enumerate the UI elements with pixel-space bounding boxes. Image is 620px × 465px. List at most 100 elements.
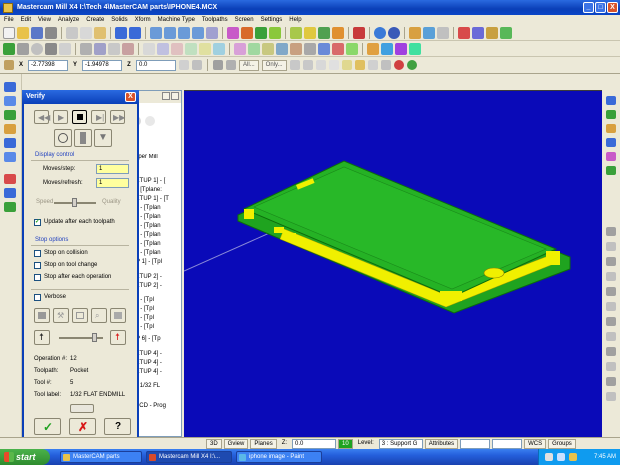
speaker-icon[interactable] xyxy=(545,453,553,461)
moves-refresh-field[interactable]: 1 xyxy=(96,178,129,188)
update-checkbox[interactable]: ✓ xyxy=(34,219,41,226)
tool-icon-4[interactable] xyxy=(4,124,16,134)
display-tool-button[interactable] xyxy=(54,129,72,147)
dropdown-icon[interactable] xyxy=(179,60,189,70)
sphere-icon[interactable] xyxy=(388,26,400,39)
view-front-icon[interactable] xyxy=(241,26,253,39)
shell-icon[interactable] xyxy=(318,42,330,55)
tool-icon-1[interactable] xyxy=(4,82,16,92)
compare-button[interactable] xyxy=(110,308,126,323)
view-3d-button[interactable]: 3D xyxy=(206,438,222,449)
tool-icon-6[interactable] xyxy=(4,152,16,162)
xform-array-icon[interactable] xyxy=(213,42,225,55)
menu-machine-type[interactable]: Machine Type xyxy=(158,17,195,23)
menu-settings[interactable]: Settings xyxy=(261,17,283,23)
loft-icon[interactable] xyxy=(290,42,302,55)
backplot-icon[interactable] xyxy=(472,26,484,39)
undo-icon[interactable] xyxy=(115,26,127,39)
z-coord-field[interactable]: 0.0 xyxy=(136,59,176,71)
ops-help-icon[interactable] xyxy=(145,116,155,126)
ops-minimize-icon[interactable] xyxy=(162,92,170,100)
select-all-button[interactable]: All... xyxy=(239,59,259,71)
tool-icon-3[interactable] xyxy=(4,110,16,120)
cube-icon[interactable] xyxy=(290,26,302,39)
stop-after-op-checkbox[interactable] xyxy=(34,274,41,281)
wireframe-icon[interactable] xyxy=(332,26,344,39)
sweep-icon[interactable] xyxy=(276,42,288,55)
extrude-icon[interactable] xyxy=(248,42,260,55)
zoom-window-icon[interactable] xyxy=(150,26,162,39)
xform-rotate-icon[interactable] xyxy=(157,42,169,55)
mask-icon[interactable] xyxy=(289,60,300,70)
help-button[interactable]: ? xyxy=(104,418,131,435)
taskbar-item-folder[interactable]: MasterCAM parts xyxy=(60,451,142,463)
cube-shaded-icon[interactable] xyxy=(304,26,316,39)
right-tool-icon-14[interactable] xyxy=(606,332,616,341)
menu-analyze[interactable]: Analyze xyxy=(58,17,79,23)
tool-icon-9[interactable] xyxy=(4,202,16,212)
taskbar-item-mastercam[interactable]: Mastercam Mill X4 I:\... xyxy=(146,451,232,463)
solid-select-icon[interactable] xyxy=(380,60,391,70)
ok-button[interactable]: ✓ xyxy=(34,418,61,435)
step-back-button[interactable]: ▶ xyxy=(53,110,68,124)
clear-select-icon[interactable] xyxy=(393,60,404,70)
select-icon[interactable] xyxy=(213,60,223,70)
right-tool-icon-7[interactable] xyxy=(606,227,616,236)
xform-translate-icon[interactable] xyxy=(143,42,155,55)
verify-close-button[interactable]: X xyxy=(125,92,136,102)
point-icon[interactable] xyxy=(3,42,15,55)
right-tool-icon-16[interactable] xyxy=(606,362,616,371)
verify-icon[interactable] xyxy=(500,26,512,39)
start-button[interactable]: start xyxy=(0,449,50,465)
tool-icon-7[interactable] xyxy=(4,174,16,184)
globe-icon[interactable] xyxy=(374,26,386,39)
stock-button[interactable] xyxy=(34,308,50,323)
chain-icon[interactable] xyxy=(226,60,236,70)
polygon-select-icon[interactable] xyxy=(315,60,326,70)
verify-select-icon[interactable] xyxy=(354,60,365,70)
zoom-out-icon[interactable] xyxy=(178,26,190,39)
xform-mirror-icon[interactable] xyxy=(171,42,183,55)
xform-offset-icon[interactable] xyxy=(199,42,211,55)
right-tool-icon-6[interactable] xyxy=(606,166,616,175)
graphics-viewport[interactable] xyxy=(184,90,602,437)
boolean-icon[interactable] xyxy=(304,42,316,55)
tool-icon-8[interactable] xyxy=(4,188,16,198)
analyze-icon[interactable] xyxy=(353,26,365,39)
right-tool-icon-5[interactable] xyxy=(606,152,616,161)
menu-screen[interactable]: Screen xyxy=(235,17,254,23)
fillet-icon[interactable] xyxy=(45,42,57,55)
color-swatch[interactable]: 10 xyxy=(338,438,353,449)
stop-button[interactable] xyxy=(72,110,87,124)
fit-icon[interactable] xyxy=(192,26,204,39)
copy-icon[interactable] xyxy=(80,26,92,39)
right-tool-icon-8[interactable] xyxy=(606,242,616,251)
step-forward-button[interactable]: ▶| xyxy=(91,110,106,124)
cut-icon[interactable] xyxy=(66,26,78,39)
ops-close-icon[interactable] xyxy=(171,92,179,100)
right-tool-icon-11[interactable] xyxy=(606,287,616,296)
zoom-button[interactable]: ⌕ xyxy=(91,308,107,323)
print-icon[interactable] xyxy=(45,26,57,39)
face-icon[interactable] xyxy=(409,42,421,55)
rewind-button[interactable]: ◀◀ xyxy=(34,110,50,124)
xform-scale-icon[interactable] xyxy=(185,42,197,55)
pencil-icon[interactable] xyxy=(409,26,421,39)
join-icon[interactable] xyxy=(108,42,120,55)
toolpath-icon[interactable] xyxy=(458,26,470,39)
display-cone-button[interactable]: ▼ xyxy=(94,129,112,147)
right-tool-icon-9[interactable] xyxy=(606,257,616,266)
menu-toolpaths[interactable]: Toolpaths xyxy=(202,17,228,23)
line-width-dropdown[interactable] xyxy=(492,438,523,449)
menu-create[interactable]: Create xyxy=(86,17,104,23)
post-icon[interactable] xyxy=(486,26,498,39)
right-tool-icon-17[interactable] xyxy=(606,377,616,386)
open-folder-icon[interactable] xyxy=(17,26,29,39)
view-iso-icon[interactable] xyxy=(269,26,281,39)
minimize-button[interactable]: _ xyxy=(583,2,594,13)
right-tool-icon-2[interactable] xyxy=(606,110,616,119)
network-icon[interactable] xyxy=(557,453,565,461)
revolve-icon[interactable] xyxy=(262,42,274,55)
progress-slider-thumb[interactable] xyxy=(92,333,97,342)
right-tool-icon-3[interactable] xyxy=(606,124,616,133)
